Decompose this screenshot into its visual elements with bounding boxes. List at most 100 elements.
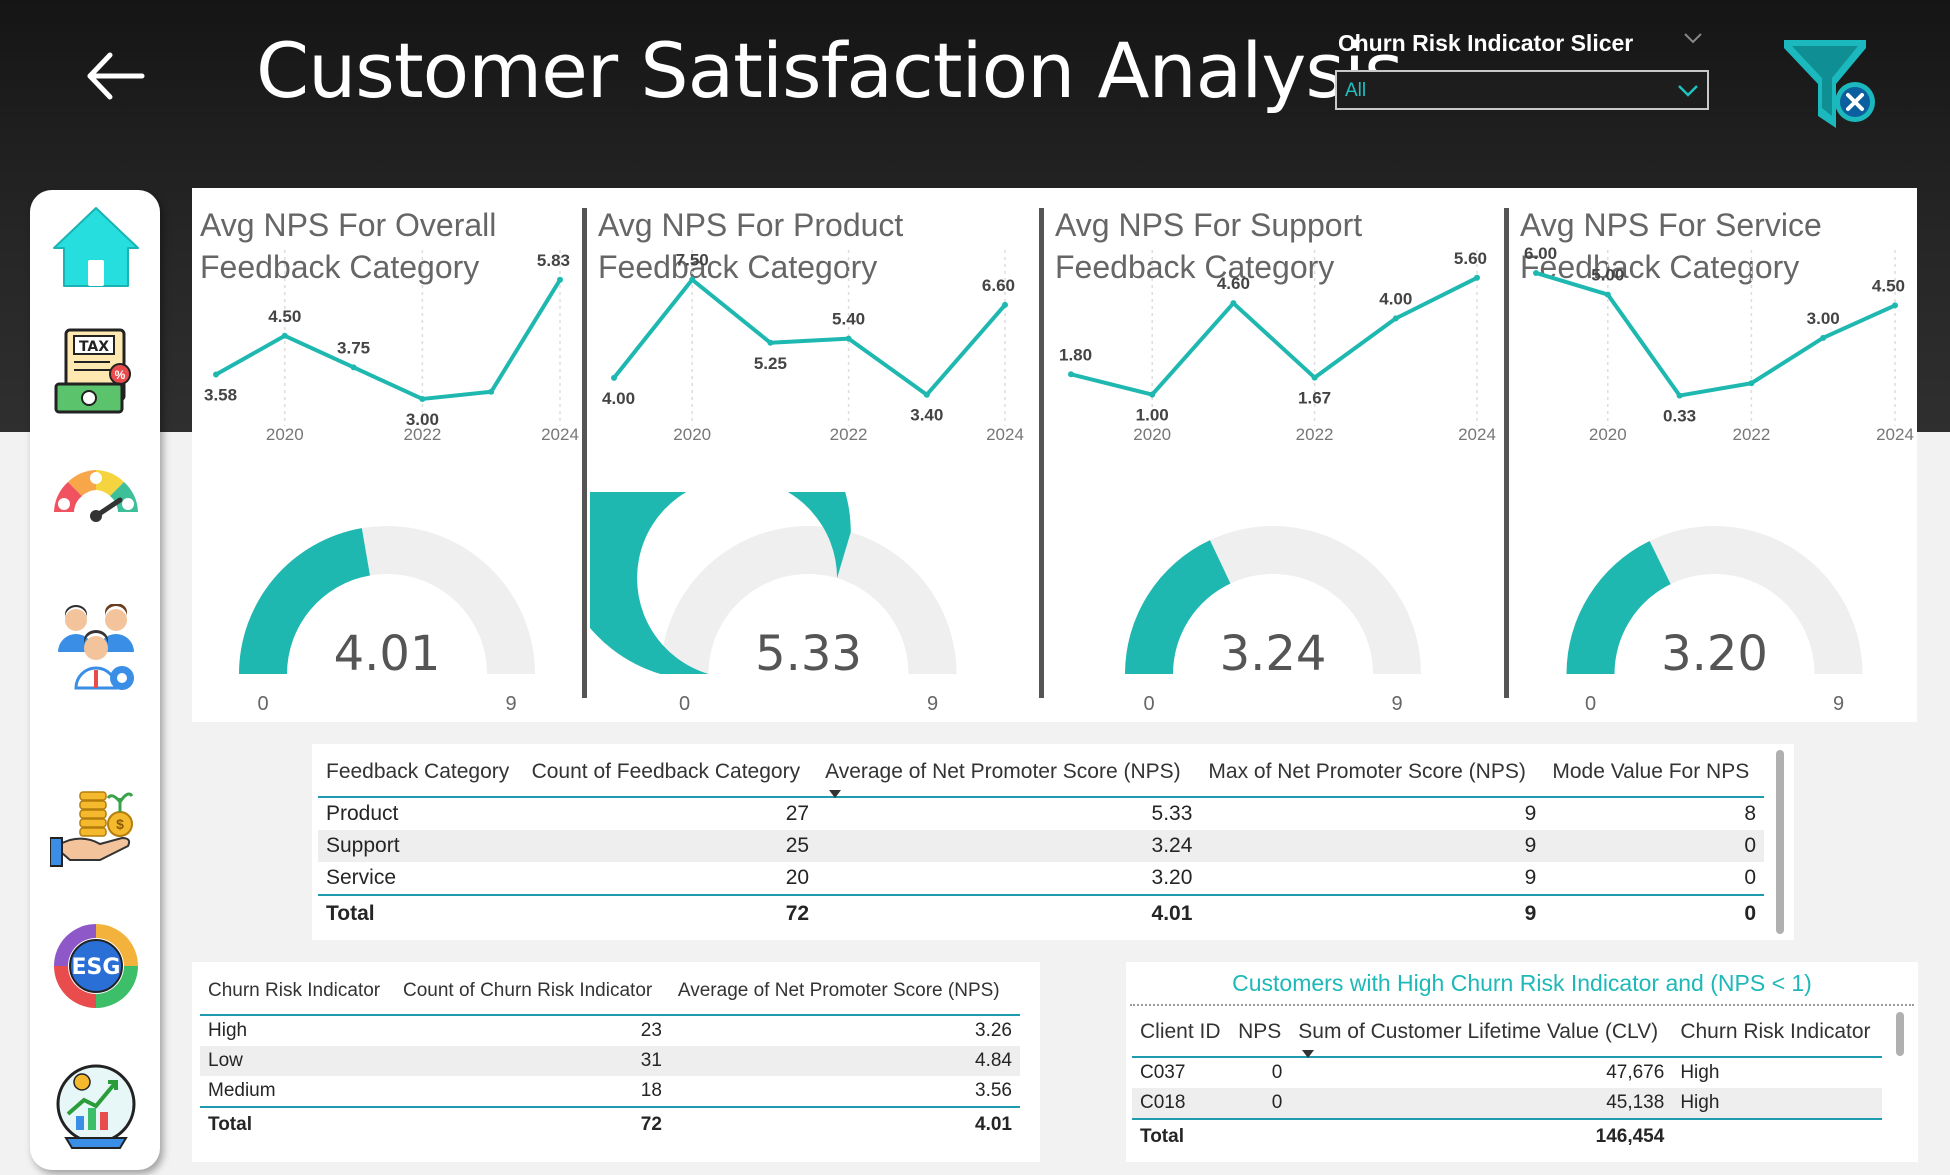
esg-icon[interactable]: ESG <box>50 920 142 1012</box>
x-tick-label: 2020 <box>266 425 304 444</box>
gauge-max-label: 9 <box>1391 693 1402 715</box>
tax-icon[interactable]: TAX % <box>50 326 142 418</box>
data-point[interactable] <box>281 332 288 339</box>
data-point[interactable] <box>1474 274 1480 281</box>
x-tick-label: 2024 <box>986 425 1024 444</box>
x-tick-label: 2020 <box>673 425 711 444</box>
data-point[interactable] <box>1820 334 1827 341</box>
column-header-sorted[interactable]: Sum of Customer Lifetime Value (CLV) <box>1290 1010 1673 1058</box>
x-tick-label: 2022 <box>1732 425 1770 444</box>
table-row[interactable]: Support 25 3.24 9 0 <box>318 830 1764 862</box>
gauge-min-label: 0 <box>257 693 268 715</box>
data-point[interactable] <box>689 276 696 283</box>
kpi-overall: Avg NPS For Overall Feedback Category 202… <box>192 188 582 722</box>
header: Customer Satisfaction Analysis Churn Ris… <box>0 0 1950 180</box>
team-settings-icon[interactable] <box>50 604 142 696</box>
overall-nps-gauge: 4.01 0 9 <box>239 526 535 715</box>
back-arrow-icon[interactable] <box>80 40 152 112</box>
table-row[interactable]: C037 0 47,676 High <box>1132 1057 1882 1088</box>
data-label: 3.00 <box>406 410 439 429</box>
satisfaction-gauge-icon[interactable] <box>50 452 142 544</box>
gauge-fill <box>1566 540 1671 674</box>
data-label: 4.50 <box>268 307 301 326</box>
column-header[interactable]: Client ID <box>1132 1010 1231 1058</box>
data-label: 4.00 <box>602 389 635 408</box>
title-divider <box>1130 1004 1914 1006</box>
chevron-down-icon[interactable] <box>1682 30 1704 46</box>
table-row[interactable]: Low 31 4.84 <box>200 1046 1020 1076</box>
column-header[interactable]: Churn Risk Indicator <box>1672 1010 1882 1058</box>
data-point[interactable] <box>1002 301 1008 308</box>
data-point[interactable] <box>1068 371 1074 378</box>
data-point[interactable] <box>845 335 852 342</box>
column-header-sorted[interactable]: Average of Net Promoter Score (NPS) <box>817 750 1201 798</box>
data-point[interactable] <box>1748 380 1755 387</box>
gauge-min-label: 0 <box>1585 693 1596 715</box>
column-header[interactable]: Max of Net Promoter Score (NPS) <box>1200 750 1545 798</box>
table-row[interactable]: Product 27 5.33 9 8 <box>318 797 1764 830</box>
vertical-scrollbar[interactable] <box>1776 750 1784 934</box>
data-point[interactable] <box>488 388 495 395</box>
data-point[interactable] <box>557 276 563 283</box>
divider <box>1504 208 1509 698</box>
gauge-max-label: 9 <box>1833 693 1844 715</box>
data-label: 7.50 <box>676 251 709 270</box>
data-point[interactable] <box>213 371 219 378</box>
table-row[interactable]: Medium 18 3.56 <box>200 1076 1020 1107</box>
table-row[interactable]: C018 0 45,138 High <box>1132 1088 1882 1119</box>
column-header[interactable]: Average of Net Promoter Score (NPS) <box>669 970 1020 1016</box>
data-point[interactable] <box>1892 302 1898 309</box>
data-point[interactable] <box>1230 300 1237 307</box>
data-label: 1.80 <box>1059 345 1092 364</box>
churn-risk-slicer-dropdown[interactable]: All <box>1335 70 1709 110</box>
overall-nps-line-chart: 2020 2022 20243.584.503.753.005.83 <box>204 250 579 444</box>
column-header[interactable]: Feedback Category <box>318 750 524 798</box>
table-total-row: Total 72 4.01 9 0 <box>318 894 1764 930</box>
investment-hand-icon[interactable]: $ <box>50 780 142 872</box>
data-point[interactable] <box>1149 391 1156 398</box>
x-tick-label: 2024 <box>541 425 579 444</box>
data-point[interactable] <box>767 339 774 346</box>
data-point[interactable] <box>1311 374 1318 381</box>
data-point[interactable] <box>350 364 357 371</box>
table-row[interactable]: Service 20 3.20 9 0 <box>318 862 1764 895</box>
data-point[interactable] <box>419 395 426 402</box>
series-line <box>215 278 562 401</box>
support-nps-line-chart: 2020 2022 2024 1.80 1.00 4.60 1.67 4.00 5.60 <box>1059 249 1496 444</box>
data-point[interactable] <box>611 374 617 381</box>
page-title: Customer Satisfaction Analysis <box>256 26 1404 115</box>
data-label: 3.00 <box>1807 309 1840 328</box>
series-line <box>1535 271 1896 398</box>
data-label: 6.00 <box>1524 244 1557 263</box>
table-total-row: Total 146,454 <box>1132 1118 1882 1152</box>
support-nps-gauge: 3.24 0 9 <box>1125 526 1421 715</box>
column-header[interactable]: NPS <box>1230 1010 1291 1058</box>
data-point[interactable] <box>1676 392 1683 399</box>
svg-text:$: $ <box>116 816 124 832</box>
feedback-table: Feedback Category Count of Feedback Cate… <box>318 750 1764 930</box>
data-point[interactable] <box>923 391 930 398</box>
vertical-scrollbar[interactable] <box>1896 1012 1904 1056</box>
data-label: 5.60 <box>1454 249 1487 268</box>
column-header[interactable]: Mode Value For NPS <box>1544 750 1764 798</box>
data-label: 4.60 <box>1217 274 1250 293</box>
clear-filter-icon[interactable] <box>1778 36 1878 136</box>
x-tick-label: 2020 <box>1133 425 1171 444</box>
data-label: 3.40 <box>910 406 943 425</box>
table-row[interactable]: High 23 3.26 <box>200 1015 1020 1046</box>
financial-growth-icon[interactable] <box>50 1060 142 1152</box>
data-point[interactable] <box>1604 291 1611 298</box>
column-header[interactable]: Churn Risk Indicator <box>200 970 395 1016</box>
data-point[interactable] <box>1533 269 1539 276</box>
data-point[interactable] <box>1392 315 1399 322</box>
home-icon[interactable] <box>50 202 142 294</box>
data-label: 1.67 <box>1298 389 1331 408</box>
gauge-value: 5.33 <box>755 626 862 682</box>
column-header[interactable]: Count of Churn Risk Indicator <box>394 970 670 1016</box>
gauge-min-label: 0 <box>679 693 690 715</box>
sort-descending-icon <box>829 790 842 798</box>
product-nps-line-chart: 2020 2022 2024 4.00 7.50 5.25 5.40 3.40 6.60 <box>602 250 1024 444</box>
data-label: 4.00 <box>1379 289 1412 308</box>
column-header[interactable]: Count of Feedback Category <box>523 750 818 798</box>
data-label: 1.00 <box>1136 406 1169 425</box>
